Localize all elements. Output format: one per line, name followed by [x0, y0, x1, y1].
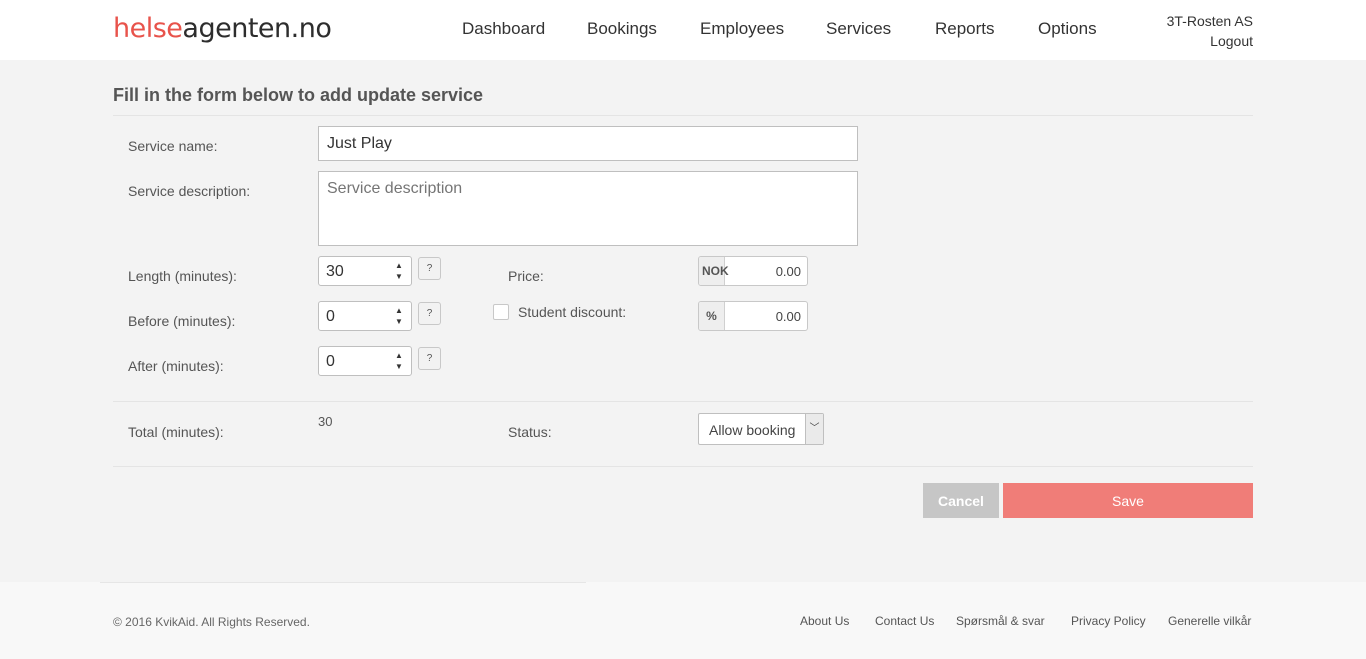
service-description-textarea[interactable]: [318, 171, 858, 246]
footer-link-privacy[interactable]: Privacy Policy: [1071, 614, 1146, 628]
total-label: Total (minutes):: [128, 424, 224, 440]
percent-addon: %: [699, 302, 725, 330]
form-title: Fill in the form below to add update ser…: [113, 85, 484, 105]
length-stepper[interactable]: 30 ▲ ▼: [318, 256, 412, 286]
copyright: © 2016 KvikAid. All Rights Reserved.: [113, 615, 310, 629]
nav-options[interactable]: Options: [1038, 19, 1097, 39]
nav-services[interactable]: Services: [826, 19, 891, 39]
divider: [113, 115, 1253, 116]
service-name-input[interactable]: [318, 126, 858, 161]
chevron-down-icon: ﹀: [805, 414, 823, 444]
nav-bookings[interactable]: Bookings: [587, 19, 657, 39]
divider: [113, 466, 1253, 467]
logo-part-helse: helse: [113, 13, 183, 44]
status-select[interactable]: Allow booking ﹀: [698, 413, 824, 445]
company-name: 3T-Rosten AS: [1166, 13, 1253, 29]
status-label: Status:: [508, 424, 552, 440]
before-help-icon[interactable]: ?: [418, 302, 441, 325]
logout-link[interactable]: Logout: [1167, 31, 1253, 51]
after-stepper[interactable]: 0 ▲ ▼: [318, 346, 412, 376]
cancel-button[interactable]: Cancel: [923, 483, 999, 518]
before-label: Before (minutes):: [128, 313, 236, 329]
spinner-arrows-icon[interactable]: ▲ ▼: [395, 305, 403, 327]
length-help-icon[interactable]: ?: [418, 257, 441, 280]
nav-reports[interactable]: Reports: [935, 19, 995, 39]
currency-addon: NOK: [699, 257, 729, 285]
price-value: 0.00: [775, 264, 801, 279]
price-input[interactable]: NOK 0.00: [698, 256, 808, 286]
header: helseagenten.no Dashboard Bookings Emplo…: [0, 0, 1366, 60]
before-value: 0: [326, 308, 335, 325]
nav-dashboard[interactable]: Dashboard: [462, 19, 545, 39]
service-description-label: Service description:: [128, 183, 251, 199]
footer: © 2016 KvikAid. All Rights Reserved. Abo…: [0, 582, 1366, 659]
before-stepper[interactable]: 0 ▲ ▼: [318, 301, 412, 331]
account-menu: 3T-Rosten AS Logout: [1167, 11, 1253, 51]
total-value: 30: [318, 414, 333, 429]
discount-value: 0.00: [775, 309, 801, 324]
status-selected-value: Allow booking: [709, 422, 796, 438]
price-label: Price:: [508, 268, 544, 284]
divider: [113, 401, 1253, 402]
footer-link-terms[interactable]: Generelle vilkår: [1168, 614, 1251, 628]
logo[interactable]: helseagenten.no: [113, 13, 332, 44]
student-discount-label: Student discount:: [518, 304, 627, 320]
footer-link-faq[interactable]: Spørsmål & svar: [956, 614, 1045, 628]
footer-divider: [100, 582, 586, 583]
logo-part-agenten: agenten.no: [182, 13, 332, 44]
spinner-arrows-icon[interactable]: ▲ ▼: [395, 350, 403, 372]
length-label: Length (minutes):: [128, 268, 237, 284]
spinner-arrows-icon[interactable]: ▲ ▼: [395, 260, 403, 282]
after-value: 0: [326, 353, 335, 370]
service-name-label: Service name:: [128, 138, 218, 154]
footer-link-contact[interactable]: Contact Us: [875, 614, 934, 628]
save-button[interactable]: Save: [1003, 483, 1253, 518]
length-value: 30: [326, 263, 344, 280]
after-help-icon[interactable]: ?: [418, 347, 441, 370]
discount-input[interactable]: % 0.00: [698, 301, 808, 331]
after-label: After (minutes):: [128, 358, 224, 374]
student-discount-checkbox[interactable]: [493, 304, 509, 320]
nav-employees[interactable]: Employees: [700, 19, 784, 39]
footer-link-about[interactable]: About Us: [800, 614, 849, 628]
